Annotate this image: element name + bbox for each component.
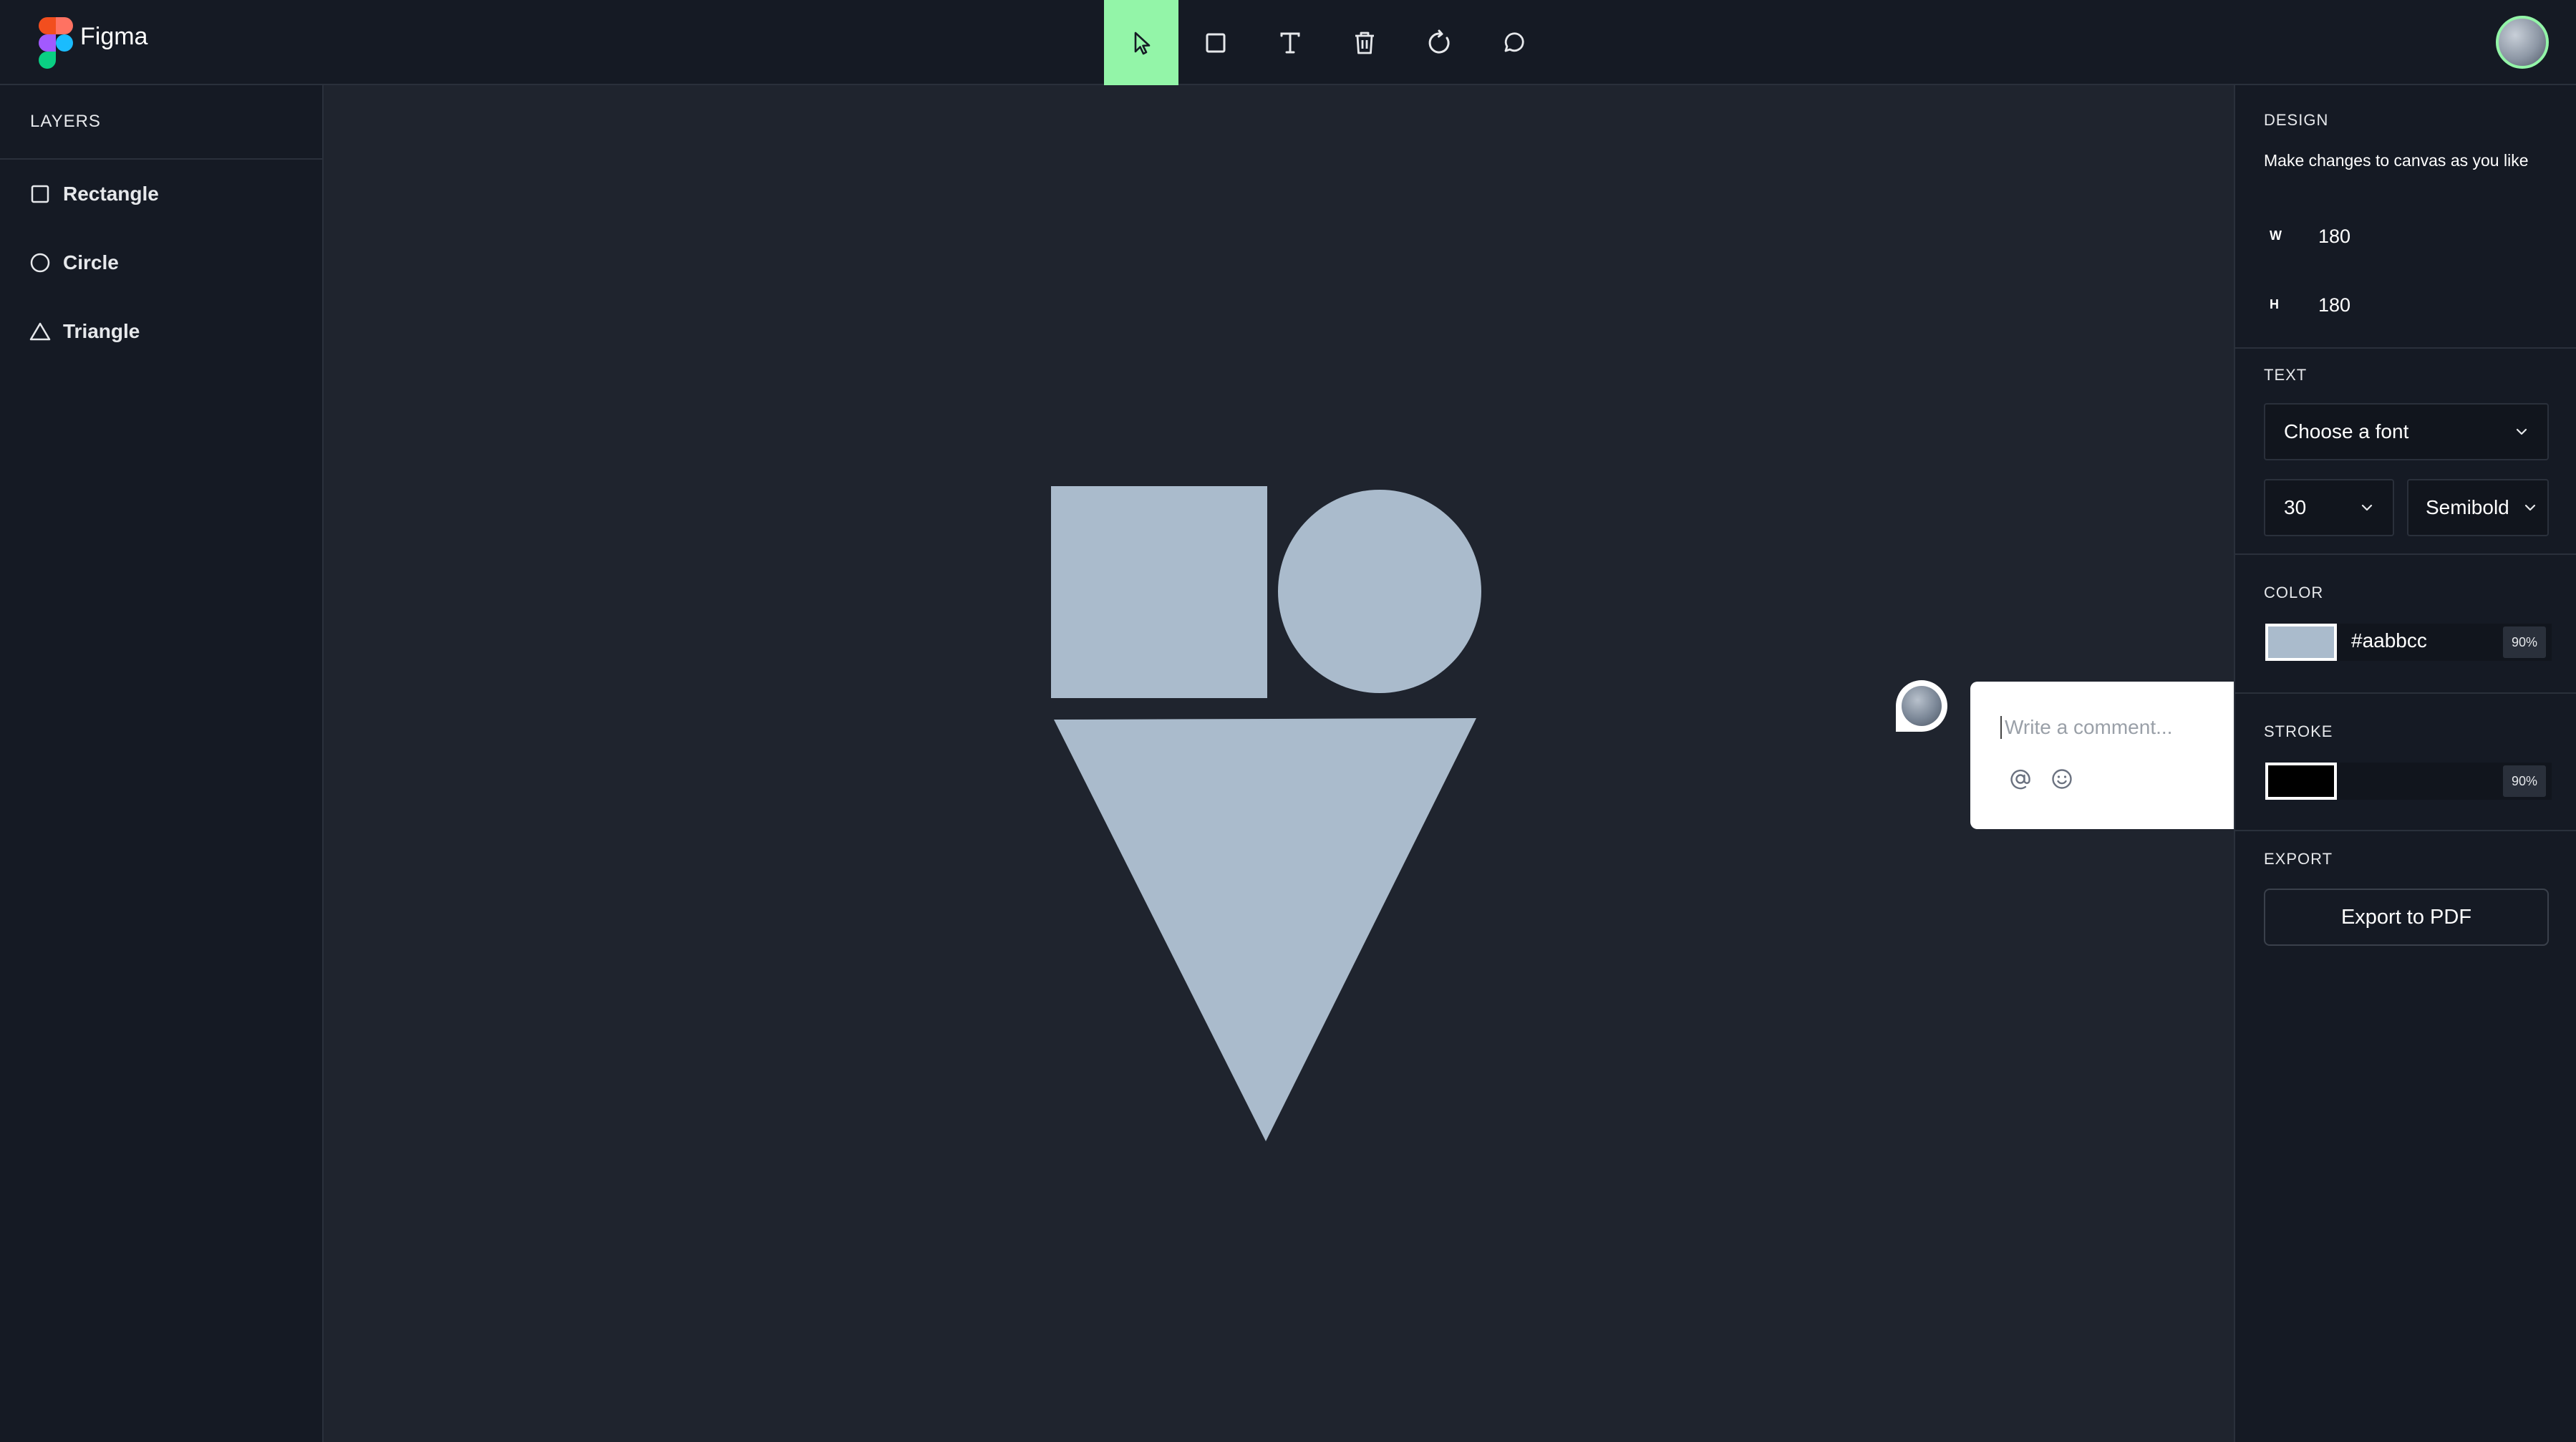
layers-title: LAYERS (0, 85, 322, 160)
font-size-select[interactable]: 30 (2264, 479, 2394, 536)
height-input[interactable]: 180 (2318, 294, 2350, 316)
figma-logo-icon (39, 17, 73, 69)
height-label: H (2270, 297, 2279, 311)
square-outline-icon (31, 185, 49, 203)
export-pdf-button[interactable]: Export to PDF (2264, 889, 2549, 946)
stroke-section-title: STROKE (2264, 722, 2333, 740)
comment-tool-button[interactable] (1476, 0, 1551, 85)
user-avatar[interactable] (2496, 16, 2549, 69)
canvas-triangle[interactable] (1054, 718, 1476, 1141)
text-section-title: TEXT (2264, 366, 2308, 384)
design-description: Make changes to canvas as you like (2264, 151, 2529, 170)
color-section-title: COLOR (2264, 584, 2324, 601)
top-toolbar: Figma (0, 0, 2576, 85)
canvas-rectangle[interactable] (1051, 486, 1267, 698)
comment-actions (2008, 766, 2075, 792)
fill-color-swatch[interactable] (2265, 624, 2337, 661)
delete-tool-button[interactable] (1327, 0, 1402, 85)
layer-label: Rectangle (63, 183, 159, 205)
font-select[interactable]: Choose a font (2264, 403, 2549, 460)
chevron-down-icon (2516, 428, 2527, 435)
rotate-icon (1428, 29, 1450, 53)
triangle-outline-icon (29, 322, 51, 341)
width-label: W (2270, 228, 2282, 243)
layer-label: Triangle (63, 320, 140, 342)
trash-icon (1355, 32, 1374, 54)
layer-item-rectangle[interactable]: Rectangle (0, 160, 322, 228)
chevron-down-icon (2524, 504, 2536, 511)
tool-group (1104, 0, 1551, 85)
layer-item-triangle[interactable]: Triangle (0, 297, 322, 366)
speech-bubble-icon (1504, 32, 1524, 52)
cursor-arrow-icon (1134, 32, 1151, 54)
font-weight-select[interactable]: Semibold (2407, 479, 2549, 536)
chevron-down-icon (2361, 504, 2373, 511)
stroke-opacity-input[interactable]: 90% (2503, 765, 2546, 797)
app-name: Figma (80, 23, 148, 50)
text-tool-button[interactable] (1253, 0, 1327, 85)
font-size-value: 30 (2284, 496, 2307, 518)
comment-pin[interactable] (1896, 680, 1947, 732)
rectangle-tool-button[interactable] (1178, 0, 1253, 85)
at-sign-icon[interactable] (2008, 766, 2033, 792)
font-select-value: Choose a font (2284, 420, 2409, 442)
section-divider (2235, 830, 2576, 831)
section-divider (2235, 692, 2576, 694)
circle-outline-icon (30, 253, 50, 273)
layer-item-circle[interactable]: Circle (0, 228, 322, 297)
export-section-title: EXPORT (2264, 850, 2333, 868)
font-weight-value: Semibold (2426, 496, 2509, 518)
comment-input[interactable]: Write a comment... (2000, 716, 2172, 739)
design-canvas[interactable]: Write a comment... (324, 85, 2520, 1442)
fill-hex-input[interactable]: #aabbcc (2351, 629, 2427, 652)
design-title: DESIGN (2264, 111, 2329, 129)
section-divider (2235, 347, 2576, 349)
square-icon (1206, 33, 1226, 52)
layer-label: Circle (63, 251, 119, 274)
fill-opacity-input[interactable]: 90% (2503, 626, 2546, 658)
section-divider (2235, 553, 2576, 555)
canvas-circle[interactable] (1278, 490, 1481, 693)
smiley-icon[interactable] (2049, 766, 2075, 792)
text-t-icon (1280, 32, 1300, 53)
comment-author-avatar (1902, 686, 1942, 726)
design-panel: DESIGN Make changes to canvas as you lik… (2234, 85, 2576, 1442)
canvas-shapes (1051, 486, 1481, 1141)
reset-tool-button[interactable] (1402, 0, 1476, 85)
width-input[interactable]: 180 (2318, 226, 2350, 248)
select-tool-button[interactable] (1104, 0, 1178, 85)
layers-panel: LAYERS Rectangle Circle Triangle (0, 85, 324, 1442)
stroke-color-swatch[interactable] (2265, 763, 2337, 800)
